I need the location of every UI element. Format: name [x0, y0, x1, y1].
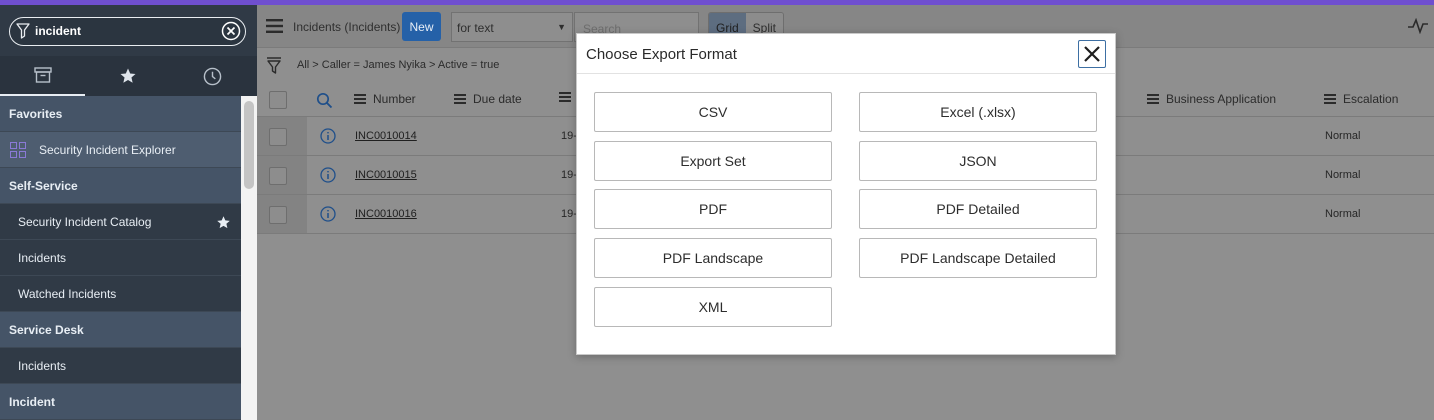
tab-history[interactable]	[170, 56, 255, 96]
incident-number-link[interactable]: INC0010014	[355, 130, 417, 142]
row-checkbox[interactable]	[269, 167, 287, 185]
nav-item-service-desk-incidents[interactable]: Incidents	[0, 348, 241, 384]
navigator-filter[interactable]: incident	[9, 17, 246, 46]
nav-section-incident[interactable]: Incident	[0, 384, 241, 420]
due-date-cell: 19-	[561, 130, 577, 142]
favorite-star-icon[interactable]	[216, 215, 231, 230]
info-icon[interactable]	[320, 167, 336, 183]
incident-number-link[interactable]: INC0010016	[355, 208, 417, 220]
filter-icon	[16, 23, 30, 39]
column-header-business-application[interactable]: Business Application	[1147, 92, 1276, 106]
info-icon[interactable]	[320, 206, 336, 222]
column-header-number[interactable]: Number	[354, 92, 416, 106]
nav-item-security-incident-explorer[interactable]: Security Incident Explorer	[0, 132, 241, 168]
export-pdf-button[interactable]: PDF	[594, 189, 832, 229]
search-field-value: for text	[457, 21, 494, 35]
export-json-button[interactable]: JSON	[859, 141, 1097, 181]
column-header-escalation[interactable]: Escalation	[1324, 92, 1398, 106]
navigator-tabs	[0, 56, 257, 96]
navigator-sidebar: incident Favorites Security Incident Exp…	[0, 5, 257, 420]
escalation-cell: Normal	[1325, 208, 1361, 220]
nav-section-service-desk[interactable]: Service Desk	[0, 312, 241, 348]
nav-section-label: Service Desk	[9, 322, 84, 337]
export-set-button[interactable]: Export Set	[594, 141, 832, 181]
activity-pulse-icon[interactable]	[1408, 18, 1428, 34]
nav-item-label: Security Incident Explorer	[39, 142, 176, 157]
navigator-menu: Favorites Security Incident Explorer Sel…	[0, 96, 241, 420]
export-csv-button[interactable]: CSV	[594, 92, 832, 132]
incident-number-link[interactable]: INC0010015	[355, 169, 417, 181]
search-icon[interactable]	[316, 92, 333, 109]
tab-favorites[interactable]	[85, 56, 170, 96]
nav-section-label: Incident	[9, 394, 56, 409]
nav-item-label: Watched Incidents	[18, 286, 117, 301]
row-checkbox[interactable]	[269, 128, 287, 146]
nav-section-self-service[interactable]: Self-Service	[0, 168, 241, 204]
clock-icon	[203, 67, 222, 85]
column-header-label: Business Application	[1166, 92, 1277, 106]
navigator-filter-input[interactable]: incident	[35, 24, 81, 38]
search-field-select[interactable]: for text ▼	[451, 12, 573, 42]
due-date-cell: 19-	[561, 169, 577, 181]
export-excel-button[interactable]: Excel (.xlsx)	[859, 92, 1097, 132]
new-button[interactable]: New	[402, 12, 441, 41]
due-date-cell: 19-	[561, 208, 577, 220]
nav-item-label: Security Incident Catalog	[18, 214, 152, 229]
nav-item-incidents[interactable]: Incidents	[0, 240, 241, 276]
nav-item-label: Incidents	[18, 358, 67, 373]
filter-icon[interactable]	[266, 57, 282, 75]
dialog-title: Choose Export Format	[586, 46, 737, 63]
nav-section-favorites[interactable]: Favorites	[0, 96, 241, 132]
column-header-label: Due date	[473, 92, 522, 106]
column-menu-icon[interactable]	[559, 92, 571, 102]
column-header-due-date[interactable]: Due date	[454, 92, 522, 106]
nav-section-label: Favorites	[9, 106, 63, 121]
nav-section-label: Self-Service	[9, 178, 78, 193]
archive-icon	[33, 67, 52, 83]
nav-item-security-incident-catalog[interactable]: Security Incident Catalog	[0, 204, 241, 240]
column-menu-icon[interactable]	[454, 94, 466, 104]
column-header-label: Number	[373, 92, 416, 106]
column-menu-icon[interactable]	[1324, 94, 1336, 104]
nav-item-watched-incidents[interactable]: Watched Incidents	[0, 276, 241, 312]
column-menu-icon[interactable]	[1147, 94, 1159, 104]
export-pdf-detailed-button[interactable]: PDF Detailed	[859, 189, 1097, 229]
escalation-cell: Normal	[1325, 130, 1361, 142]
export-pdf-landscape-detailed-button[interactable]: PDF Landscape Detailed	[859, 238, 1097, 278]
column-menu-icon[interactable]	[354, 94, 366, 104]
list-menu-icon[interactable]	[266, 19, 283, 33]
escalation-cell: Normal	[1325, 169, 1361, 181]
app-grid-icon	[10, 141, 26, 158]
dialog-header: Choose Export Format	[577, 34, 1115, 74]
chevron-down-icon: ▼	[557, 22, 566, 32]
clear-filter-icon[interactable]	[221, 21, 241, 41]
list-title[interactable]: Incidents (Incidents)	[293, 20, 400, 34]
column-header-label: Escalation	[1343, 92, 1399, 106]
export-xml-button[interactable]: XML	[594, 287, 832, 327]
star-icon	[120, 68, 135, 83]
info-icon[interactable]	[320, 128, 336, 144]
row-checkbox[interactable]	[269, 206, 287, 224]
export-format-dialog: Choose Export Format CSV Excel (.xlsx) E…	[576, 33, 1116, 355]
close-button[interactable]	[1078, 40, 1106, 68]
select-all-checkbox[interactable]	[269, 91, 287, 109]
export-pdf-landscape-button[interactable]: PDF Landscape	[594, 238, 832, 278]
close-icon	[1084, 46, 1100, 62]
nav-item-label: Incidents	[18, 250, 67, 265]
sidebar-scrollbar-thumb[interactable]	[244, 101, 254, 189]
breadcrumb[interactable]: All > Caller = James Nyika > Active = tr…	[297, 59, 499, 71]
tab-all-apps[interactable]	[0, 56, 85, 96]
